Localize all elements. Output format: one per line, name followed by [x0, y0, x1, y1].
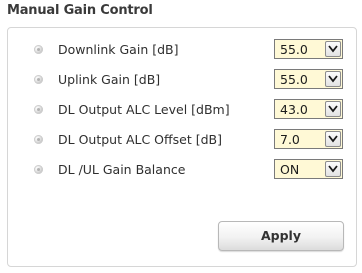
uplink-gain-select[interactable]: 55.0 [274, 69, 343, 89]
select-value: ON [280, 162, 300, 177]
select-value: 43.0 [280, 102, 308, 117]
setting-label: DL /UL Gain Balance [58, 162, 186, 177]
setting-label: Downlink Gain [dB] [58, 42, 179, 57]
downlink-gain-select[interactable]: 55.0 [274, 39, 343, 59]
setting-label: Uplink Gain [dB] [58, 72, 161, 87]
setting-row-uplink-gain: Uplink Gain [dB] 55.0 [8, 68, 356, 92]
chevron-down-icon[interactable] [325, 131, 341, 147]
setting-label: DL Output ALC Offset [dB] [58, 132, 222, 147]
dl-output-alc-offset-select[interactable]: 7.0 [274, 129, 343, 149]
select-value: 7.0 [280, 132, 300, 147]
apply-button[interactable]: Apply [218, 221, 344, 251]
manual-gain-panel: Downlink Gain [dB] 55.0 Uplink Gain [dB]… [7, 27, 357, 267]
bullet-icon [34, 165, 43, 174]
section-title: Manual Gain Control [7, 3, 153, 18]
select-value: 55.0 [280, 72, 308, 87]
chevron-down-icon[interactable] [325, 71, 341, 87]
chevron-down-icon[interactable] [325, 161, 341, 177]
dl-ul-gain-balance-select[interactable]: ON [274, 159, 343, 179]
setting-row-downlink-gain: Downlink Gain [dB] 55.0 [8, 38, 356, 62]
setting-label: DL Output ALC Level [dBm] [58, 102, 230, 117]
setting-row-dl-output-alc-level: DL Output ALC Level [dBm] 43.0 [8, 98, 356, 122]
setting-row-dl-output-alc-offset: DL Output ALC Offset [dB] 7.0 [8, 128, 356, 152]
bullet-icon [34, 135, 43, 144]
bullet-icon [34, 45, 43, 54]
setting-row-dl-ul-gain-balance: DL /UL Gain Balance ON [8, 158, 356, 182]
manual-gain-control-page: Manual Gain Control Downlink Gain [dB] 5… [0, 0, 362, 273]
dl-output-alc-level-select[interactable]: 43.0 [274, 99, 343, 119]
chevron-down-icon[interactable] [325, 41, 341, 57]
select-value: 55.0 [280, 42, 308, 57]
chevron-down-icon[interactable] [325, 101, 341, 117]
bullet-icon [34, 75, 43, 84]
bullet-icon [34, 105, 43, 114]
